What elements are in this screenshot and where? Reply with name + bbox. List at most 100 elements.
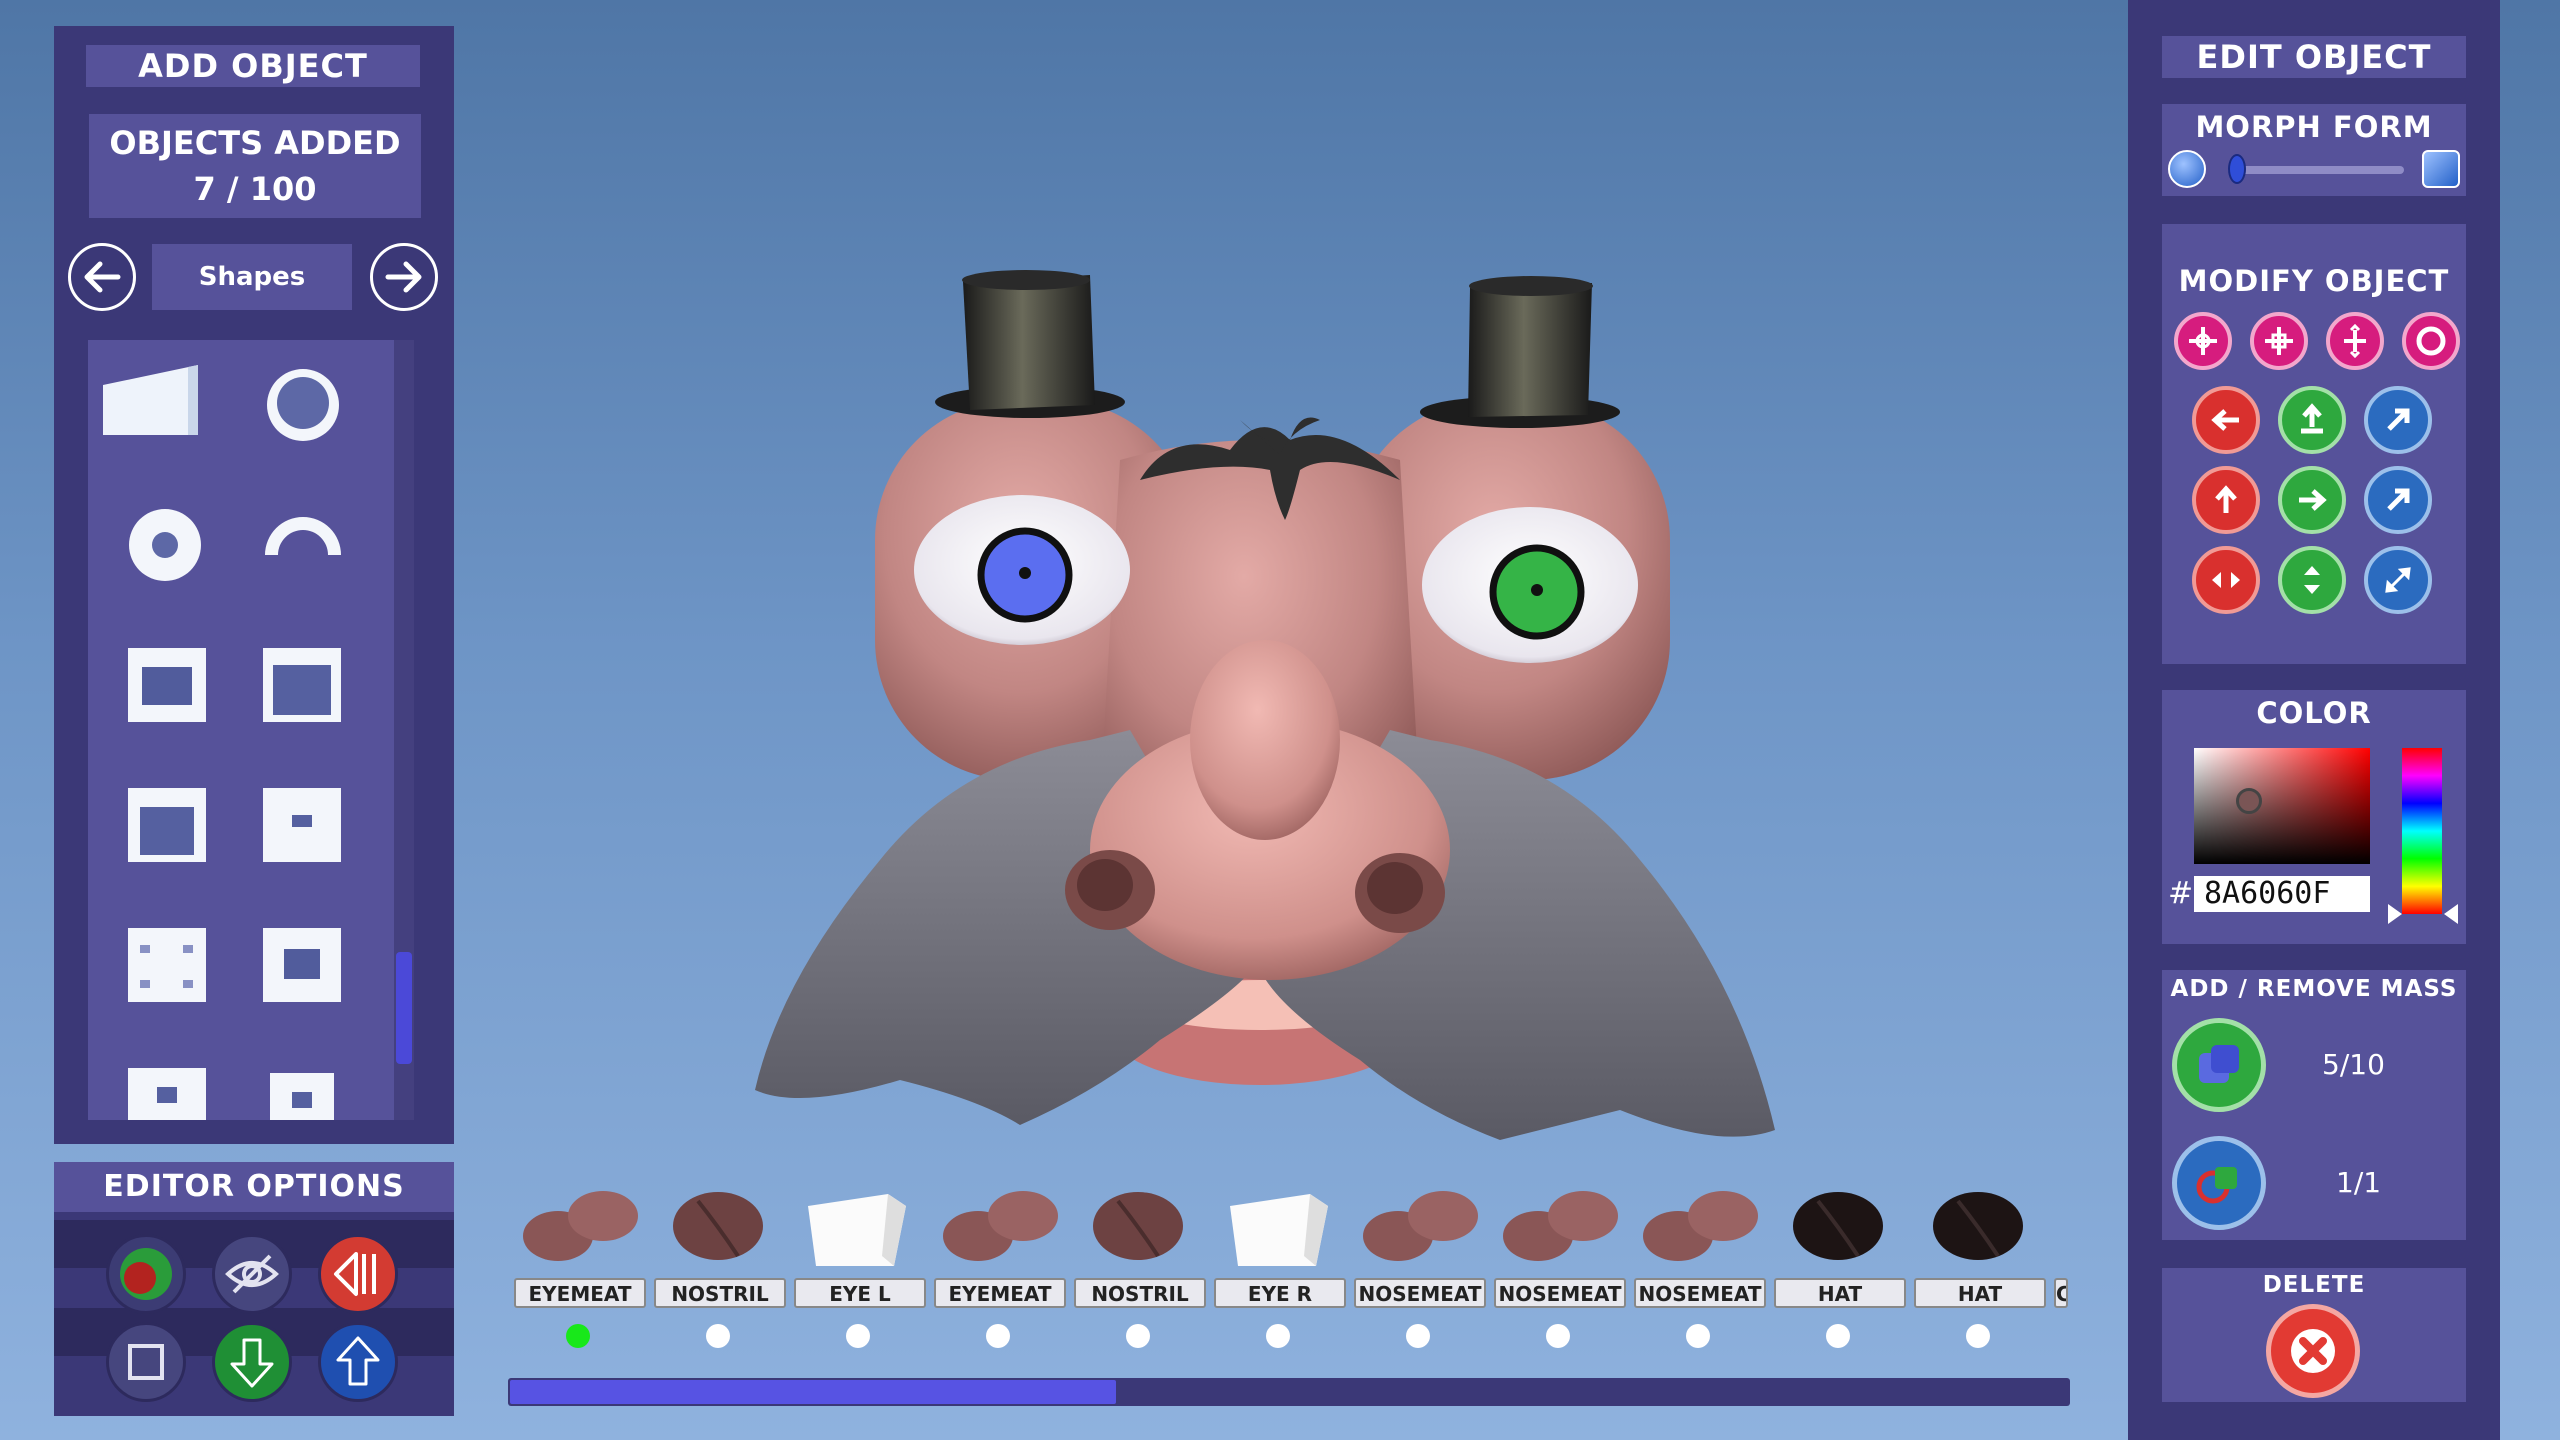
rotate-mode-button[interactable] bbox=[2250, 312, 2308, 370]
hide-object-button[interactable] bbox=[212, 1234, 292, 1314]
object-select-dot[interactable] bbox=[1826, 1324, 1850, 1348]
object-select-dot[interactable] bbox=[706, 1324, 730, 1348]
rotate-diagonal-button[interactable] bbox=[2364, 386, 2432, 454]
stretch-vertical-button[interactable] bbox=[2278, 546, 2346, 614]
shape-slot-box-item[interactable] bbox=[260, 785, 344, 865]
shape-cube-hole-item[interactable] bbox=[260, 925, 344, 1005]
add-mass-button[interactable] bbox=[2172, 1018, 2266, 1112]
shape-donut-item[interactable] bbox=[125, 505, 205, 585]
object-label[interactable]: HAT bbox=[1774, 1278, 1906, 1308]
nosemeat-thumb bbox=[1363, 1191, 1478, 1261]
stretch-vertical-icon bbox=[2304, 566, 2320, 594]
eye-r-thumb bbox=[1230, 1194, 1328, 1266]
eyemeat-thumb bbox=[523, 1191, 638, 1261]
object-label[interactable]: NOSTRIL bbox=[1074, 1278, 1206, 1308]
delete-button[interactable] bbox=[2266, 1304, 2360, 1398]
stretch-horizontal-button[interactable] bbox=[2192, 546, 2260, 614]
move-forward-button[interactable] bbox=[2278, 386, 2346, 454]
shapes-scrollbar[interactable] bbox=[394, 340, 414, 1120]
object-label[interactable]: EYE R bbox=[1214, 1278, 1346, 1308]
shape-box-hollow-item[interactable] bbox=[125, 645, 209, 725]
move-right-button[interactable] bbox=[2278, 466, 2346, 534]
diagonal-arrow-icon bbox=[2387, 408, 2410, 431]
hat-thumb bbox=[1793, 1192, 1883, 1260]
prev-category-button[interactable] bbox=[68, 243, 136, 311]
nosemeat-thumb bbox=[1503, 1191, 1618, 1261]
editor-options-title: EDITOR OPTIONS bbox=[54, 1162, 454, 1212]
next-category-button[interactable] bbox=[370, 243, 438, 311]
mass-section: ADD / REMOVE MASS 5/10 1/1 bbox=[2162, 970, 2466, 1240]
select-frame-button[interactable] bbox=[106, 1322, 186, 1402]
hue-slider[interactable] bbox=[2402, 748, 2442, 914]
color-picker-area[interactable] bbox=[2194, 748, 2370, 864]
move-left-button[interactable] bbox=[2192, 386, 2260, 454]
mirror-button[interactable] bbox=[318, 1234, 398, 1314]
shape-block-a-item[interactable] bbox=[125, 1065, 209, 1120]
hex-input[interactable]: 8A6060F bbox=[2194, 876, 2370, 912]
object-select-dot[interactable] bbox=[1406, 1324, 1430, 1348]
object-label[interactable]: EYEMEAT bbox=[934, 1278, 1066, 1308]
shape-panel-item[interactable] bbox=[125, 925, 209, 1005]
hat-left[interactable] bbox=[935, 270, 1125, 418]
object-label[interactable]: EYEMEAT bbox=[514, 1278, 646, 1308]
color-picker-cursor[interactable] bbox=[2236, 788, 2262, 814]
object-select-dot[interactable] bbox=[1126, 1324, 1150, 1348]
shape-block-b-item[interactable] bbox=[260, 1070, 344, 1120]
shape-wedge-item[interactable] bbox=[98, 360, 208, 440]
object-select-dot[interactable] bbox=[1966, 1324, 1990, 1348]
arrow-up-icon bbox=[336, 1336, 380, 1386]
arrow-left-icon bbox=[2211, 409, 2239, 431]
move-down-button[interactable] bbox=[212, 1322, 292, 1402]
eye-l-thumb bbox=[808, 1194, 906, 1266]
nosemeat-thumb bbox=[1643, 1191, 1758, 1261]
move-up-axis-button[interactable] bbox=[2192, 466, 2260, 534]
modify-object-title: MODIFY OBJECT bbox=[2178, 264, 2450, 298]
morph-slider[interactable] bbox=[2228, 154, 2404, 184]
diagonal-arrow-icon bbox=[2387, 488, 2410, 511]
reset-mode-button[interactable] bbox=[2402, 312, 2460, 370]
stretch-diagonal-button[interactable] bbox=[2364, 546, 2432, 614]
arrow-down-icon bbox=[230, 1338, 274, 1388]
object-select-dot[interactable] bbox=[986, 1324, 1010, 1348]
morph-slider-thumb[interactable] bbox=[2228, 154, 2246, 184]
object-select-dot[interactable] bbox=[1686, 1324, 1710, 1348]
object-strip-scrollbar-thumb[interactable] bbox=[510, 1380, 1116, 1404]
square-icon bbox=[128, 1344, 164, 1380]
shape-open-box-item[interactable] bbox=[125, 785, 209, 865]
object-label[interactable]: EYE L bbox=[794, 1278, 926, 1308]
scale-cross-icon bbox=[2344, 324, 2366, 358]
object-label[interactable]: C bbox=[2054, 1278, 2068, 1308]
shape-frame-item[interactable] bbox=[260, 645, 344, 725]
object-strip-scrollbar[interactable] bbox=[508, 1378, 2070, 1406]
move-mode-button[interactable] bbox=[2174, 312, 2232, 370]
stretch-diagonal-icon bbox=[2385, 567, 2411, 593]
toggle-view-button[interactable] bbox=[106, 1234, 186, 1314]
3d-viewport[interactable] bbox=[460, 0, 2120, 1200]
shapes-scrollbar-thumb[interactable] bbox=[396, 952, 412, 1064]
scale-mode-button[interactable] bbox=[2326, 312, 2384, 370]
remove-mass-count: 1/1 bbox=[2336, 1166, 2382, 1199]
remove-mass-button[interactable] bbox=[2172, 1136, 2266, 1230]
add-mass-icon bbox=[2199, 1045, 2239, 1083]
move-up-button[interactable] bbox=[318, 1322, 398, 1402]
hat-thumb bbox=[1933, 1192, 2023, 1260]
shape-arch-item[interactable] bbox=[260, 505, 346, 565]
shape-ring-item[interactable] bbox=[263, 365, 343, 445]
hat-right[interactable] bbox=[1420, 276, 1620, 428]
eye-left[interactable] bbox=[914, 495, 1130, 645]
edit-object-title: EDIT OBJECT bbox=[2162, 36, 2466, 78]
object-select-dot[interactable] bbox=[1546, 1324, 1570, 1348]
edit-object-panel: EDIT OBJECT MORPH FORM MODIFY OBJECT COL… bbox=[2128, 0, 2500, 1440]
delete-title: DELETE bbox=[2262, 1272, 2366, 1298]
object-label[interactable]: NOSEMEAT bbox=[1494, 1278, 1626, 1308]
scale-diagonal-button[interactable] bbox=[2364, 466, 2432, 534]
eye-right[interactable] bbox=[1422, 507, 1638, 663]
mirror-icon bbox=[334, 1252, 376, 1296]
object-select-dot[interactable] bbox=[846, 1324, 870, 1348]
object-label[interactable]: NOSEMEAT bbox=[1354, 1278, 1486, 1308]
object-label[interactable]: HAT bbox=[1914, 1278, 2046, 1308]
object-label[interactable]: NOSTRIL bbox=[654, 1278, 786, 1308]
object-select-dot[interactable] bbox=[566, 1324, 590, 1348]
object-select-dot[interactable] bbox=[1266, 1324, 1290, 1348]
object-label[interactable]: NOSEMEAT bbox=[1634, 1278, 1766, 1308]
